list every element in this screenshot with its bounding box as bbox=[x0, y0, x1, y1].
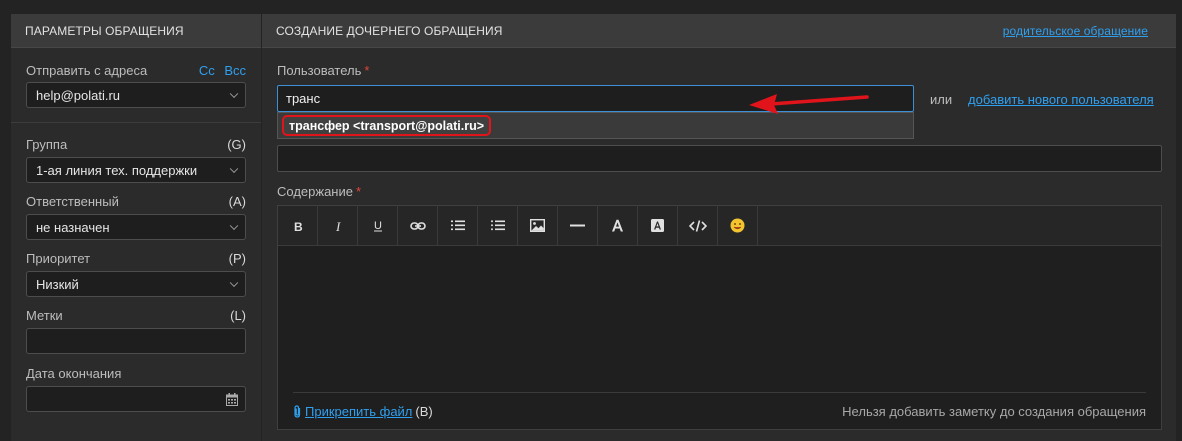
from-select[interactable]: help@polati.ru bbox=[26, 82, 246, 108]
svg-text:I: I bbox=[335, 220, 341, 232]
underline-button[interactable]: U bbox=[358, 206, 398, 245]
annotation-arrow-icon bbox=[749, 94, 869, 114]
code-icon bbox=[688, 219, 707, 232]
paperclip-icon[interactable] bbox=[293, 404, 302, 418]
editor-toolbar: B I U bbox=[278, 206, 1161, 246]
attach-file: Прикрепить файл (B) bbox=[293, 404, 433, 419]
editor-footer: Прикрепить файл (B) Нельзя добавить заме… bbox=[293, 392, 1146, 429]
cc-bcc: Cc Bcc bbox=[193, 63, 246, 78]
user-suggestions: трансфер <transport@polati.ru> bbox=[277, 112, 914, 139]
assignee-label: Ответственный (A) bbox=[26, 194, 246, 209]
chevron-down-icon bbox=[229, 278, 239, 288]
bcc-link[interactable]: Bcc bbox=[224, 63, 246, 78]
child-ticket-panel: СОЗДАНИЕ ДОЧЕРНЕГО ОБРАЩЕНИЯ родительско… bbox=[262, 14, 1176, 441]
user-label-text: Пользователь bbox=[277, 63, 362, 78]
emoji-button[interactable] bbox=[718, 206, 758, 245]
italic-button[interactable]: I bbox=[318, 206, 358, 245]
svg-text:U: U bbox=[374, 220, 382, 232]
tags-label-text: Метки bbox=[26, 308, 63, 323]
chevron-down-icon bbox=[229, 89, 239, 99]
content-label-text: Содержание bbox=[277, 184, 353, 199]
italic-icon: I bbox=[335, 220, 341, 232]
priority-hotkey: (P) bbox=[228, 251, 246, 266]
bold-button[interactable]: B bbox=[278, 206, 318, 245]
user-suggestion-item[interactable]: трансфер <transport@polati.ru> bbox=[282, 115, 492, 136]
assignee-hotkey: (A) bbox=[228, 194, 246, 209]
chevron-down-icon bbox=[229, 221, 239, 231]
svg-text:B: B bbox=[294, 220, 303, 232]
code-button[interactable] bbox=[678, 206, 718, 245]
group-hotkey: (G) bbox=[227, 137, 246, 152]
horizontal-rule-button[interactable] bbox=[558, 206, 598, 245]
ordered-list-button[interactable] bbox=[438, 206, 478, 245]
link-icon bbox=[409, 221, 426, 230]
group-select[interactable]: 1-ая линия тех. поддержки bbox=[26, 157, 246, 183]
image-button[interactable] bbox=[518, 206, 558, 245]
content-editor[interactable]: B I U Прикрепить файл (B) Нельзя добавит… bbox=[277, 205, 1162, 430]
add-new-user-link[interactable]: добавить нового пользователя bbox=[968, 92, 1154, 107]
priority-label-text: Приоритет bbox=[26, 251, 91, 266]
group-label: Группа (G) bbox=[26, 137, 246, 152]
image-icon bbox=[530, 219, 545, 232]
chevron-down-icon bbox=[229, 164, 239, 174]
attach-hotkey: (B) bbox=[415, 403, 433, 419]
ordered-list-icon bbox=[450, 220, 465, 231]
user-label: Пользователь * bbox=[277, 63, 369, 78]
bullet-list-button[interactable] bbox=[478, 206, 518, 245]
calendar-icon[interactable] bbox=[226, 393, 238, 406]
tags-label: Метки (L) bbox=[26, 308, 246, 323]
horizontal-rule-icon bbox=[570, 224, 585, 227]
subject-input[interactable] bbox=[277, 145, 1162, 172]
child-ticket-title: СОЗДАНИЕ ДОЧЕРНЕГО ОБРАЩЕНИЯ bbox=[276, 23, 503, 38]
font-color-icon bbox=[612, 219, 623, 232]
highlight-icon bbox=[651, 219, 664, 232]
assignee-label-text: Ответственный bbox=[26, 194, 119, 209]
divider bbox=[11, 122, 261, 123]
priority-label: Приоритет (P) bbox=[26, 251, 246, 266]
tags-hotkey: (L) bbox=[230, 308, 246, 323]
user-input-value: транс bbox=[286, 91, 321, 106]
due-date-input[interactable] bbox=[26, 386, 246, 412]
group-label-text: Группа bbox=[26, 137, 68, 152]
due-date-label: Дата окончания bbox=[26, 366, 122, 381]
from-label: Отправить с адреса bbox=[26, 63, 148, 78]
font-color-button[interactable] bbox=[598, 206, 638, 245]
assignee-select[interactable]: не назначен bbox=[26, 214, 246, 240]
ticket-params-panel: ПАРАМЕТРЫ ОБРАЩЕНИЯ Отправить с адреса C… bbox=[11, 14, 261, 441]
or-text: или bbox=[930, 92, 953, 107]
note-disabled-text: Нельзя добавить заметку до создания обра… bbox=[842, 403, 1146, 419]
group-select-value: 1-ая линия тех. поддержки bbox=[36, 162, 198, 178]
cc-link[interactable]: Cc bbox=[199, 63, 215, 78]
attach-file-link[interactable]: Прикрепить файл bbox=[305, 404, 412, 419]
tags-input[interactable] bbox=[26, 328, 246, 354]
bullet-list-icon bbox=[490, 220, 505, 231]
parent-ticket-link[interactable]: родительское обращение bbox=[1003, 24, 1148, 38]
required-mark: * bbox=[355, 184, 362, 199]
emoji-icon bbox=[730, 218, 745, 233]
required-mark: * bbox=[364, 63, 370, 78]
highlight-button[interactable] bbox=[638, 206, 678, 245]
child-ticket-header: СОЗДАНИЕ ДОЧЕРНЕГО ОБРАЩЕНИЯ родительско… bbox=[262, 14, 1176, 48]
content-label: Содержание * bbox=[277, 184, 361, 199]
bold-icon: B bbox=[294, 220, 303, 232]
ticket-params-title: ПАРАМЕТРЫ ОБРАЩЕНИЯ bbox=[11, 14, 261, 48]
link-button[interactable] bbox=[398, 206, 438, 245]
from-select-value: help@polati.ru bbox=[36, 87, 121, 103]
priority-select-value: Низкий bbox=[36, 276, 79, 292]
assignee-select-value: не назначен bbox=[36, 219, 110, 235]
underline-icon: U bbox=[373, 220, 382, 232]
priority-select[interactable]: Низкий bbox=[26, 271, 246, 297]
